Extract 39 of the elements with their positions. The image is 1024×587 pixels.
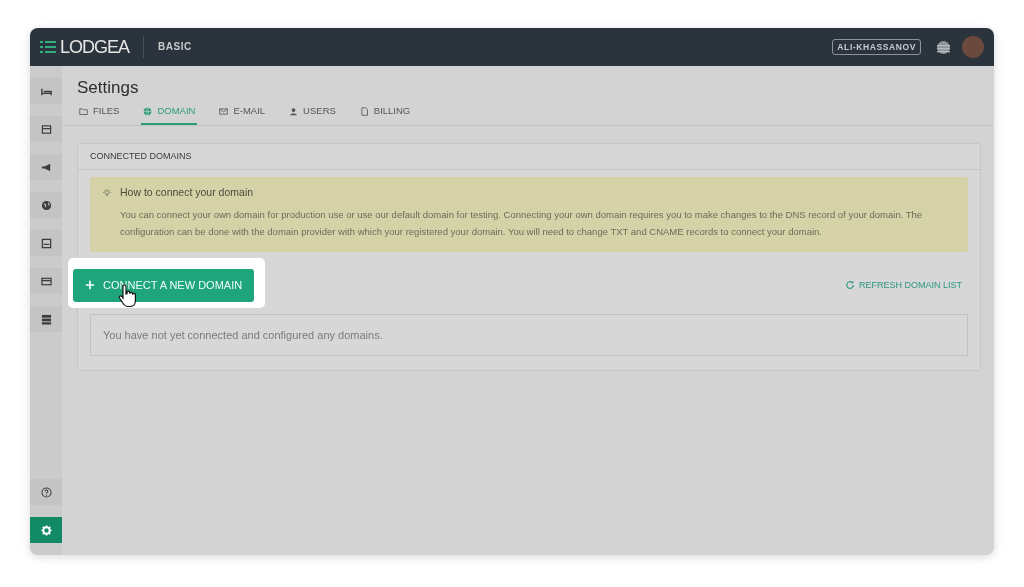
tab[interactable]: BILLING (357, 104, 413, 125)
empty-message: You have not yet connected and configured any domains. (90, 313, 968, 357)
document-icon (359, 107, 369, 116)
tab[interactable]: USERS (287, 104, 338, 125)
globe-icon (143, 107, 153, 116)
envelope-icon (219, 107, 229, 116)
server-icon (40, 313, 52, 325)
sidebar-item[interactable] (30, 517, 62, 543)
store-icon (40, 123, 52, 135)
page-title: Settings (77, 78, 140, 99)
refresh-icon (845, 280, 855, 291)
monitor-icon (40, 237, 52, 249)
plus-icon (85, 280, 95, 291)
plan-label: BASIC (143, 36, 192, 58)
sidebar-item[interactable] (30, 192, 62, 218)
globe-icon (40, 199, 52, 211)
sidebar-item[interactable] (30, 78, 62, 104)
sidebar-item[interactable] (30, 306, 62, 332)
sidebar-item[interactable] (30, 154, 62, 180)
tab[interactable]: E-MAIL (217, 104, 268, 125)
menu-icon[interactable] (40, 40, 56, 54)
settings-icon (40, 524, 52, 536)
card-title: CONNECTED DOMAINS (78, 143, 980, 171)
connect-domain-button[interactable]: CONNECT A NEW DOMAIN (73, 269, 255, 302)
username-tag[interactable]: ALI-KHASSANOV (832, 38, 921, 56)
help-icon (40, 486, 52, 498)
alert-text: You can connect your own domain for production use or use our default domain for testing. Connecting your own domain requires you to make changes to the DNS record of your domain. The configuration can be done with the domain provider with which your registered your domain. You will need to change TXT and CNAME records to connect your domain. (120, 207, 924, 239)
sidebar-item[interactable] (30, 268, 62, 294)
sidebar-item[interactable] (30, 479, 62, 505)
megaphone-icon (40, 161, 52, 173)
folder-icon (79, 107, 88, 116)
logo-text: LODGEA (60, 35, 130, 59)
sidebar-item[interactable] (30, 230, 62, 256)
alert-title: How to connect your domain (120, 185, 255, 201)
sidebar-item[interactable] (30, 116, 62, 142)
tab[interactable]: FILES (77, 104, 122, 125)
flag-icon[interactable] (937, 40, 950, 54)
credit-card-icon (40, 275, 52, 287)
user-icon (289, 107, 299, 116)
